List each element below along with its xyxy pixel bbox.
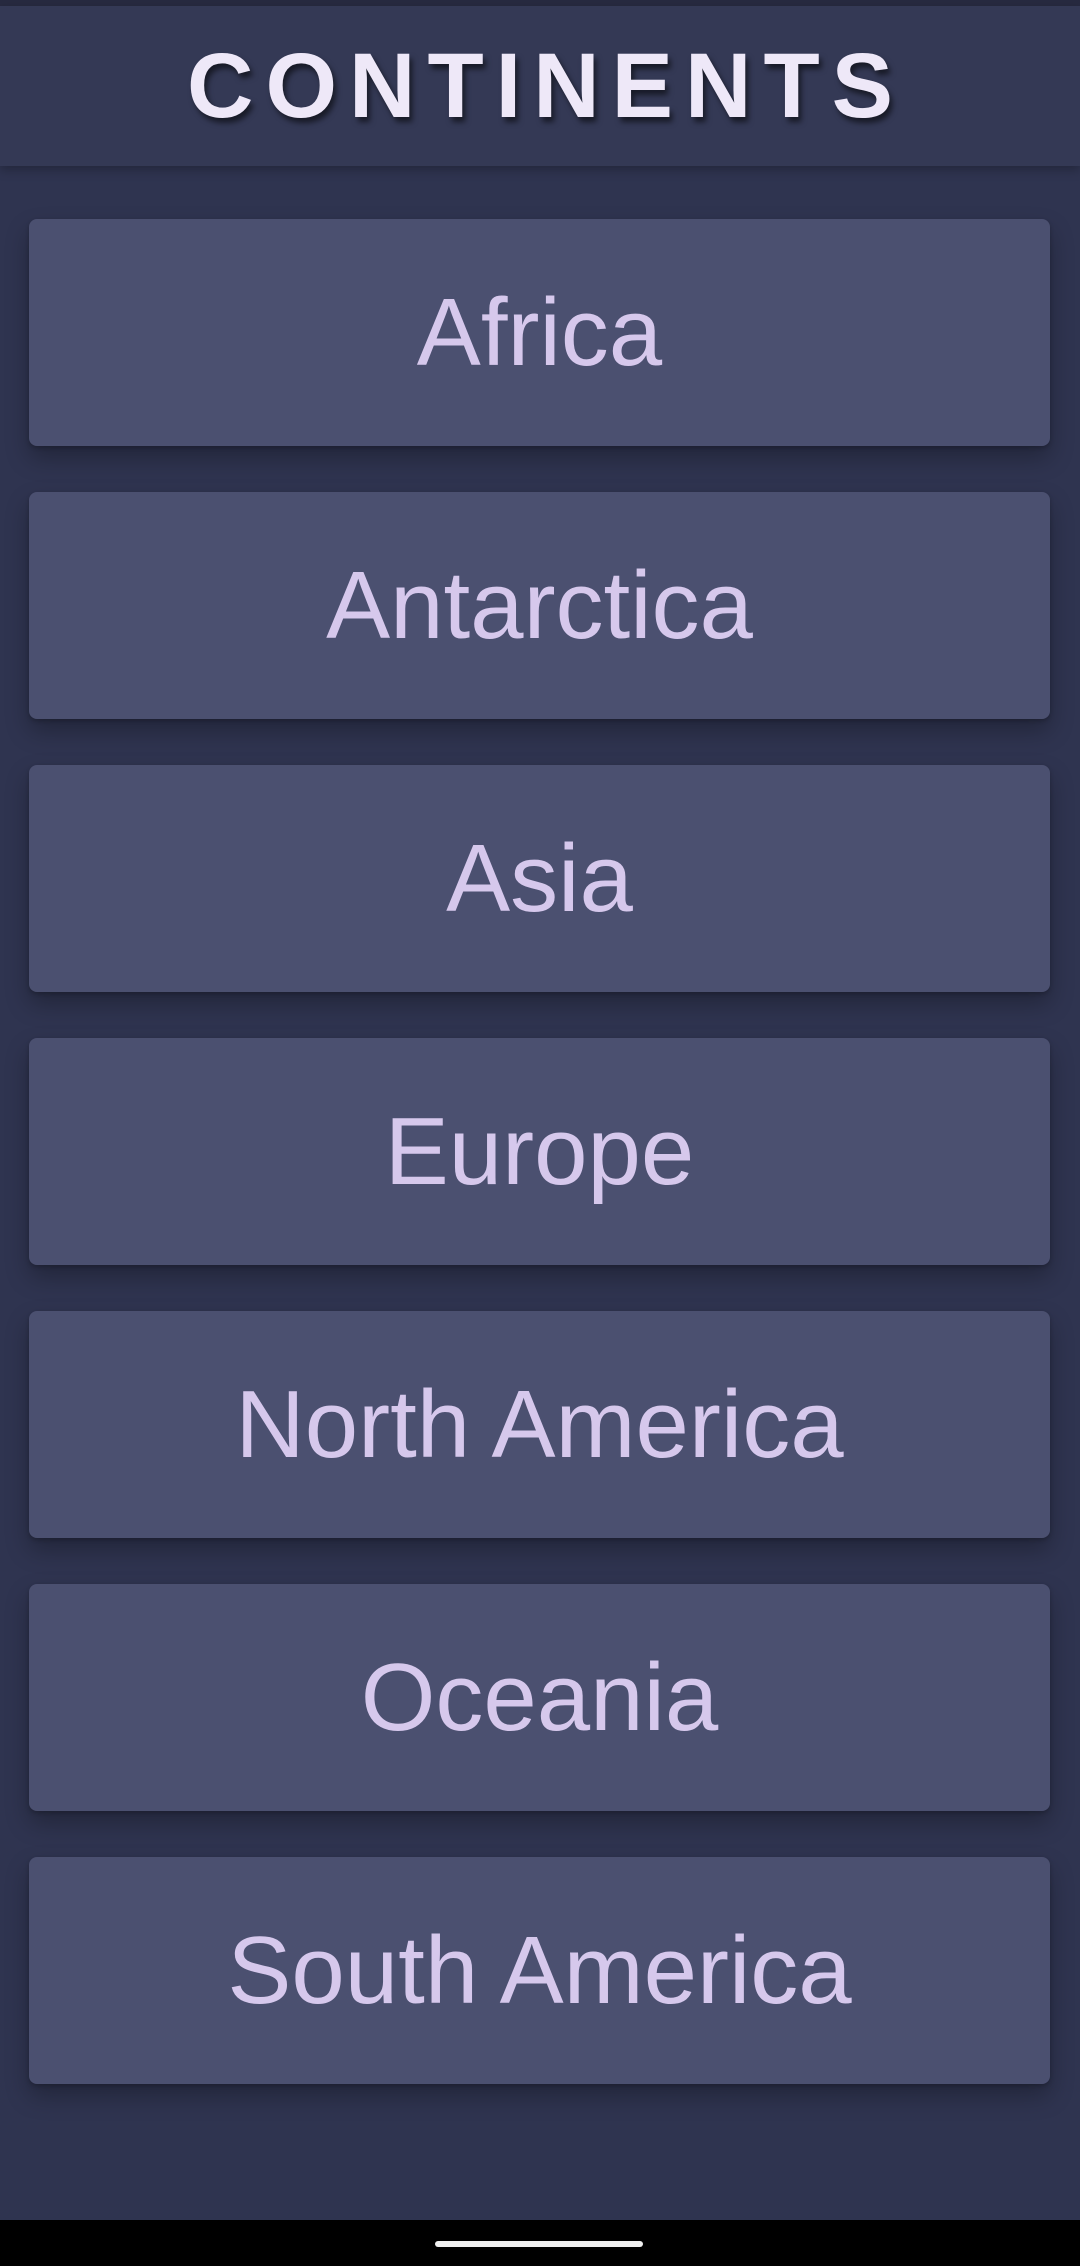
- continent-label: Europe: [384, 1097, 695, 1205]
- continent-label: North America: [235, 1370, 844, 1478]
- continent-item-north-america[interactable]: North America: [29, 1311, 1050, 1538]
- continent-label: Antarctica: [326, 551, 753, 659]
- continent-label: Africa: [416, 278, 663, 386]
- system-navigation-bar: [0, 2220, 1080, 2266]
- home-indicator[interactable]: [435, 2241, 643, 2247]
- continent-item-asia[interactable]: Asia: [29, 765, 1050, 992]
- page-title: CONTINENTS: [187, 35, 905, 137]
- continent-item-africa[interactable]: Africa: [29, 219, 1050, 446]
- continent-item-europe[interactable]: Europe: [29, 1038, 1050, 1265]
- continent-item-oceania[interactable]: Oceania: [29, 1584, 1050, 1811]
- continent-label: South America: [227, 1916, 852, 2024]
- continent-list: Africa Antarctica Asia Europe North Amer…: [29, 219, 1050, 2130]
- continent-label: Asia: [446, 824, 633, 932]
- continent-item-south-america[interactable]: South America: [29, 1857, 1050, 2084]
- continent-label: Oceania: [360, 1643, 719, 1751]
- continent-item-antarctica[interactable]: Antarctica: [29, 492, 1050, 719]
- app-header: CONTINENTS: [0, 6, 1080, 166]
